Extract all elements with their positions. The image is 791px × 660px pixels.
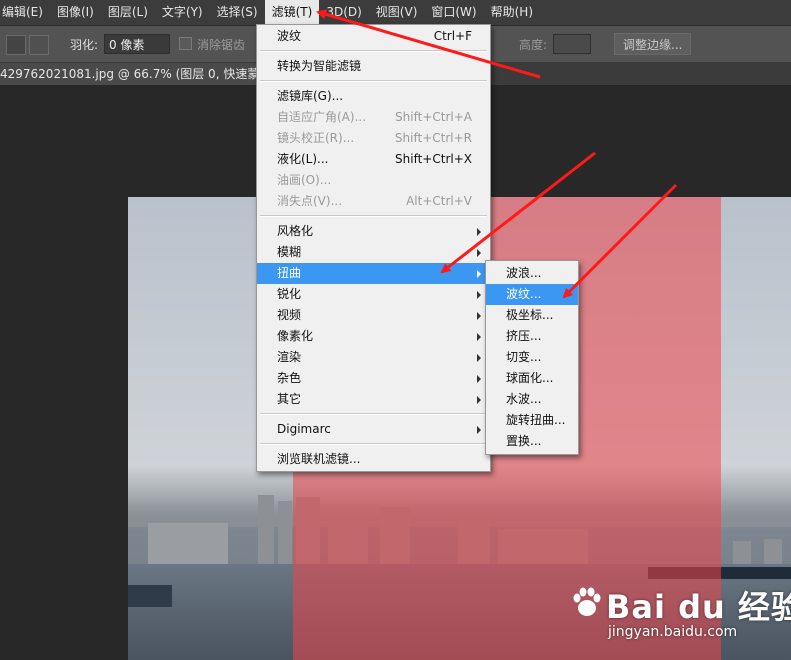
filter-item-gallery[interactable]: 滤镜库(G)... [257,86,490,107]
menu-layer[interactable]: 图层(L) [101,0,155,25]
filter-item-noise[interactable]: 杂色 [257,368,490,389]
submenu-arrow-icon [477,270,481,278]
distort-item-twirl[interactable]: 旋转扭曲... [486,410,578,431]
submenu-arrow-icon [477,396,481,404]
filter-item-pixelate[interactable]: 像素化 [257,326,490,347]
height-input[interactable] [553,34,591,54]
filter-item-last[interactable]: 波纹 Ctrl+F [257,26,490,47]
menu-bar: 编辑(E) 图像(I) 图层(L) 文字(Y) 选择(S) 滤镜(T) 3D(D… [0,0,791,26]
submenu-arrow-icon [477,249,481,257]
distort-item-spherize[interactable]: 球面化... [486,368,578,389]
filter-item-sharpen[interactable]: 锐化 [257,284,490,305]
watermark-url: jingyan.baidu.com [608,624,738,640]
watermark-brand: Bai du 经验 [606,588,791,626]
feather-label: 羽化: [70,38,99,52]
filter-item-lens-correction[interactable]: 镜头校正(R)... Shift+Ctrl+R [257,128,490,149]
filter-item-adaptive-wide-angle[interactable]: 自适应广角(A)... Shift+Ctrl+A [257,107,490,128]
menu-view[interactable]: 视图(V) [369,0,425,25]
submenu-arrow-icon [477,312,481,320]
paw-logo-icon [573,587,601,616]
feather-input[interactable]: 0 像素 [104,34,170,54]
filter-item-other[interactable]: 其它 [257,389,490,410]
menu-filter[interactable]: 滤镜(T) [264,0,320,25]
filter-item-blur[interactable]: 模糊 [257,242,490,263]
height-label: 高度: [519,38,548,52]
filter-item-render[interactable]: 渲染 [257,347,490,368]
menu-help[interactable]: 帮助(H) [484,0,540,25]
filter-item-smart-filter[interactable]: 转换为智能滤镜 [257,56,490,77]
distort-submenu: 波浪... 波纹... 极坐标... 挤压... 切变... 球面化... 水波… [485,260,579,455]
submenu-arrow-icon [477,291,481,299]
antialias-checkbox[interactable] [179,37,192,50]
distort-item-zigzag[interactable]: 水波... [486,389,578,410]
filter-item-oil-paint[interactable]: 油画(O)... [257,170,490,191]
submenu-arrow-icon [477,228,481,236]
distort-item-shear[interactable]: 切变... [486,347,578,368]
filter-item-stylize[interactable]: 风格化 [257,221,490,242]
menu-type[interactable]: 文字(Y) [155,0,210,25]
filter-item-browse-online[interactable]: 浏览联机滤镜... [257,449,490,470]
submenu-arrow-icon [477,426,481,434]
menu-edit[interactable]: 编辑(E) [0,0,50,25]
document-tab[interactable]: 429762021081.jpg @ 66.7% (图层 0, 快速蒙版/ [0,63,298,85]
antialias-label: 消除锯齿 [197,38,246,52]
filter-item-video[interactable]: 视频 [257,305,490,326]
submenu-arrow-icon [477,375,481,383]
distort-item-displace[interactable]: 置换... [486,431,578,452]
filter-item-liquify[interactable]: 液化(L)... Shift+Ctrl+X [257,149,490,170]
distort-item-ripple[interactable]: 波纹... [486,284,578,305]
distort-item-polar[interactable]: 极坐标... [486,305,578,326]
add-selection-icon[interactable] [29,35,49,55]
refine-edge-button[interactable]: 调整边缘... [614,33,692,55]
filter-item-vanishing-point[interactable]: 消失点(V)... Alt+Ctrl+V [257,191,490,212]
menu-3d[interactable]: 3D(D) [319,0,368,25]
menu-image[interactable]: 图像(I) [50,0,101,25]
baidu-jingyan-watermark: Bai du 经验 jingyan.baidu.com [570,582,791,660]
menu-select[interactable]: 选择(S) [210,0,265,25]
submenu-arrow-icon [477,333,481,341]
filter-menu: 波纹 Ctrl+F 转换为智能滤镜 滤镜库(G)... 自适应广角(A)... Sh… [256,24,491,472]
submenu-arrow-icon [477,354,481,362]
distort-item-wave[interactable]: 波浪... [486,263,578,284]
filter-item-distort[interactable]: 扭曲 [257,263,490,284]
distort-item-pinch[interactable]: 挤压... [486,326,578,347]
menu-window[interactable]: 窗口(W) [424,0,483,25]
filter-item-digimarc[interactable]: Digimarc [257,419,490,440]
new-selection-icon[interactable] [6,35,26,55]
